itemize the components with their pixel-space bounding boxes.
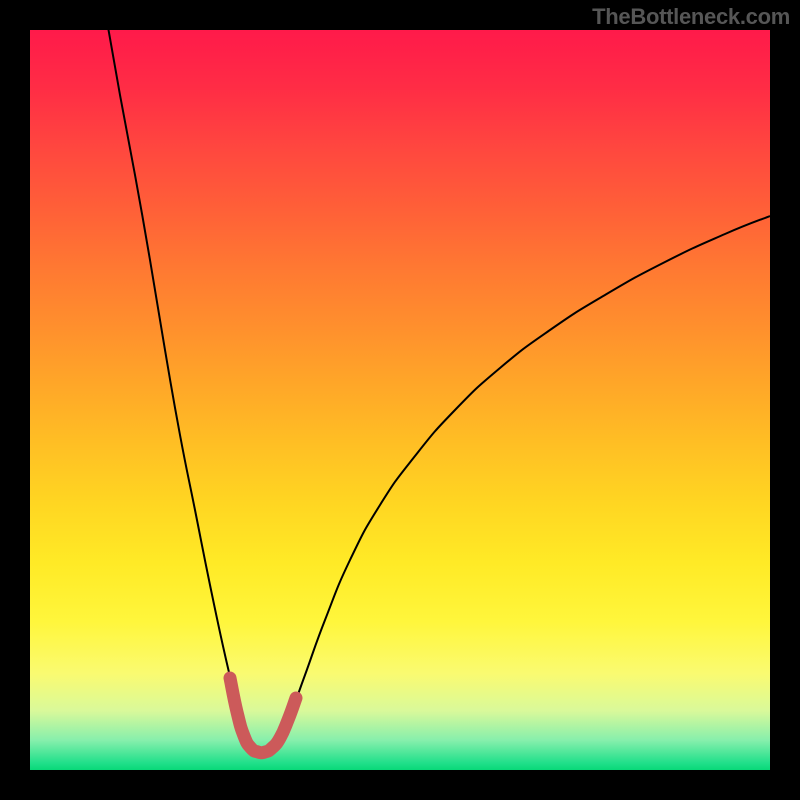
curve-layer — [30, 30, 770, 770]
marker-layer — [30, 30, 770, 770]
plot-area — [30, 30, 770, 770]
minimum-marker — [230, 678, 296, 753]
watermark-text: TheBottleneck.com — [592, 4, 790, 30]
chart-frame — [0, 0, 800, 800]
bottleneck-curve — [105, 30, 770, 753]
